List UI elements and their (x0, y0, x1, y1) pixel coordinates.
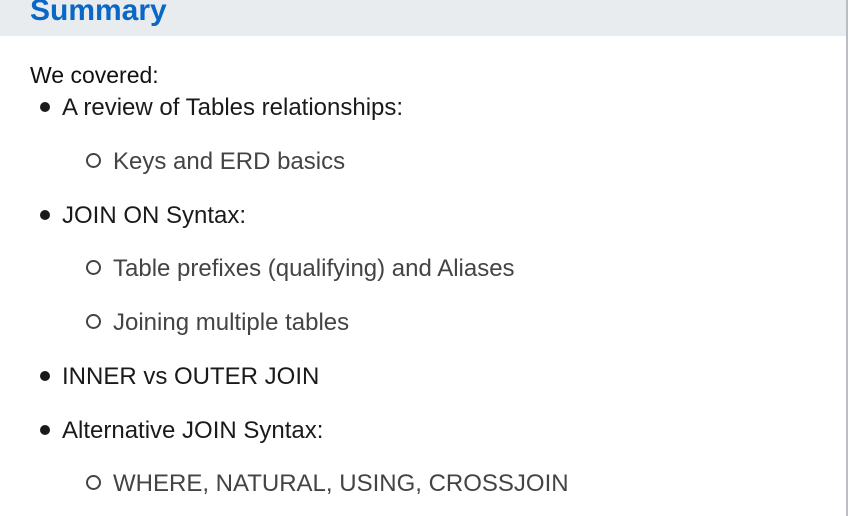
filled-dot-icon (40, 424, 50, 435)
filled-dot-icon (40, 101, 50, 112)
list-item-text: Keys and ERD basics (113, 148, 346, 175)
hollow-circle-icon (86, 475, 101, 491)
slide-title: Summary (30, 0, 167, 27)
list-item-text: JOIN ON Syntax: (62, 202, 247, 229)
list-item-level1: Alternative JOIN Syntax: (40, 416, 323, 446)
content-area: We covered: A review of Tables relations… (0, 36, 848, 516)
list-item-text: A review of Tables relationships: (62, 94, 404, 121)
filled-dot-icon (40, 209, 50, 220)
list-item-level1: JOIN ON Syntax: (40, 201, 246, 231)
list-item-text: Table prefixes (qualifying) and Aliases (113, 255, 515, 282)
list-item-text: Joining multiple tables (113, 309, 350, 336)
list-item-level2: Table prefixes (qualifying) and Aliases (86, 254, 515, 284)
hollow-circle-icon (86, 314, 101, 330)
intro-text: We covered: (30, 62, 159, 88)
hollow-circle-icon (86, 153, 101, 169)
filled-dot-icon (40, 370, 50, 381)
slide: Summary We covered: A review of Tables r… (0, 0, 848, 516)
list-item-text: INNER vs OUTER JOIN (62, 363, 320, 390)
list-item-level2: WHERE, NATURAL, USING, CROSSJOIN (86, 469, 569, 499)
list-item-text: Alternative JOIN Syntax: (62, 417, 324, 444)
list-item-text: WHERE, NATURAL, USING, CROSSJOIN (113, 470, 569, 497)
list-item-level2: Joining multiple tables (86, 308, 349, 338)
list-item-level1: INNER vs OUTER JOIN (40, 362, 319, 392)
hollow-circle-icon (86, 260, 101, 276)
list-item-level2: Keys and ERD basics (86, 147, 345, 177)
list-item-level1: A review of Tables relationships: (40, 93, 403, 123)
